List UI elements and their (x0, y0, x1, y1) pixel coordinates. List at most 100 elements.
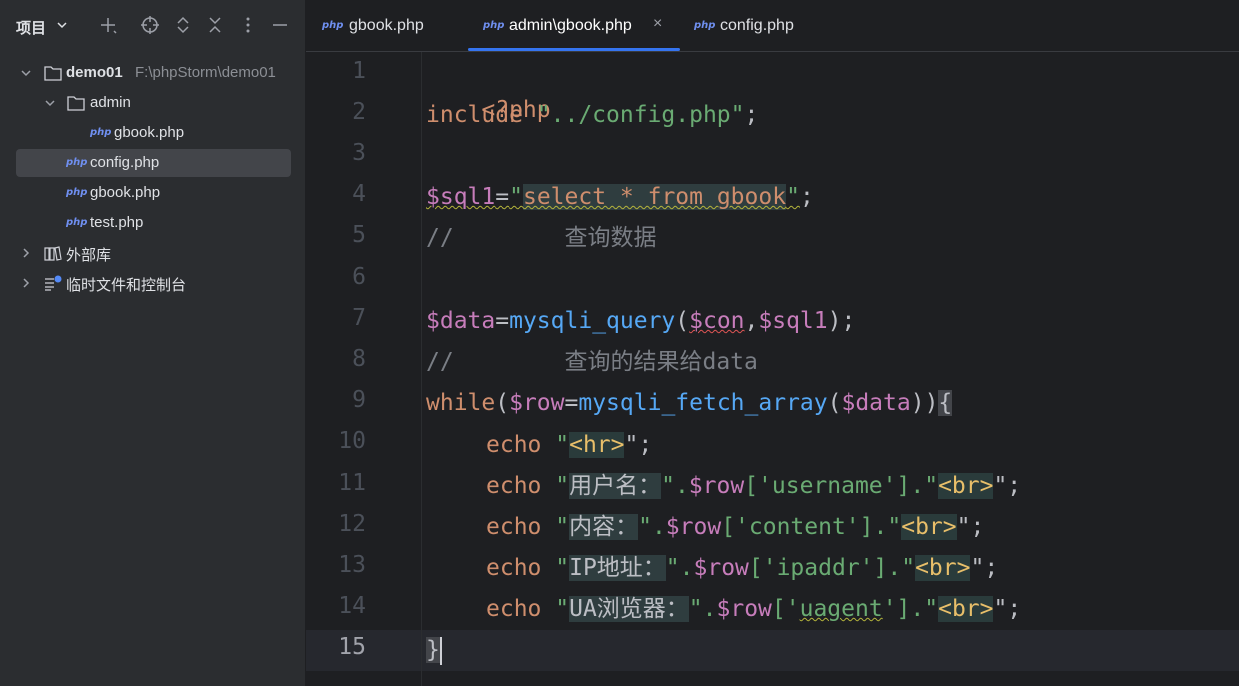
string-text: 内容： (569, 514, 639, 540)
line-number: 8 (352, 346, 366, 372)
operator: ( (675, 308, 690, 334)
tree-item-label: admin (90, 94, 131, 111)
code-line-5[interactable]: // 查询数据 (426, 220, 656, 256)
line-number: 13 (338, 552, 366, 578)
variable: $con (689, 308, 745, 334)
variable: $row (688, 473, 745, 499)
gutter-divider (421, 52, 422, 686)
line-number: 6 (352, 264, 366, 290)
array-key: '] (882, 596, 911, 622)
tab-admin-gbook[interactable]: php admin\gbook.php × (468, 0, 680, 51)
current-line-highlight (306, 630, 1239, 671)
line-number: 3 (352, 140, 366, 166)
code-line-8[interactable]: // 查询的结果给data (426, 344, 758, 380)
html-tag: <br> (938, 596, 994, 622)
line-number: 9 (352, 387, 366, 413)
operator: "; (970, 555, 999, 581)
operator: = (495, 308, 510, 334)
string: " (541, 514, 570, 540)
close-icon[interactable]: × (653, 15, 662, 33)
tab-gbook[interactable]: php gbook.php (322, 0, 462, 51)
tree-item-test[interactable]: php test.php (16, 209, 291, 237)
comment: // 查询数据 (426, 225, 657, 251)
string: ". (638, 514, 666, 540)
library-icon (44, 246, 62, 261)
minimize-icon[interactable] (270, 15, 290, 35)
tree-item-external-libraries[interactable]: 外部库 (16, 239, 291, 267)
line-number: 2 (352, 99, 366, 125)
chevron-down-icon[interactable] (56, 19, 68, 31)
string: ." (910, 473, 939, 499)
variable: $data (841, 390, 911, 416)
string: "../config.php" (522, 102, 745, 128)
code-line-4[interactable]: $sql1="select * from gbook"; (426, 179, 814, 215)
operator: "; (993, 473, 1022, 499)
tree-item-label: 外部库 (66, 247, 112, 264)
operator: )) (910, 390, 939, 416)
line-number: 4 (352, 181, 366, 207)
tree-item-config[interactable]: php config.php (16, 149, 291, 177)
php-file-icon: php (90, 127, 112, 138)
array-key-typo: uagent (799, 596, 883, 622)
tree-item-label: test.php (90, 214, 144, 231)
chevron-right-icon[interactable] (20, 277, 32, 289)
php-file-icon: php (322, 20, 344, 31)
variable: $data (426, 308, 496, 334)
sql-text: select * from gbook (522, 184, 787, 210)
add-icon[interactable] (98, 15, 118, 35)
tab-label: config.php (720, 17, 794, 34)
tab-config[interactable]: php config.php (694, 0, 834, 51)
tree-item-label: demo01 (66, 64, 123, 81)
sidebar-title[interactable]: 项目 (16, 17, 46, 38)
php-file-icon: php (66, 157, 88, 168)
code-line-2[interactable]: include "../config.php"; (426, 97, 758, 133)
string: ". (661, 473, 689, 499)
html-tag: <br> (901, 514, 957, 540)
code-line-11[interactable]: echo "用户名：".$row['username']."<br>"; (486, 468, 1021, 504)
tree-item-admin-gbook[interactable]: php gbook.php (16, 119, 291, 147)
code-line-10[interactable]: echo "<hr>"; (486, 427, 652, 463)
operator: = (495, 184, 510, 210)
array-key: ['username'] (744, 473, 911, 499)
code-line-9[interactable]: while($row=mysqli_fetch_array($data)){ (426, 385, 953, 421)
code-line-14[interactable]: echo "UA浏览器：".$row['uagent']."<br>"; (486, 591, 1021, 627)
variable: $row (509, 390, 565, 416)
line-number: 10 (338, 428, 366, 454)
line-number: 14 (338, 593, 366, 619)
code-line-7[interactable]: $data=mysqli_query($con,$sql1); (426, 303, 855, 339)
code-line-12[interactable]: echo "内容：".$row['content']."<br>"; (486, 509, 984, 545)
tree-item-gbook[interactable]: php gbook.php (16, 179, 291, 207)
line-number-current: 15 (338, 634, 366, 660)
keyword: echo (486, 514, 542, 540)
html-tag: <br> (938, 473, 994, 499)
operator: ( (495, 390, 510, 416)
string-text: 用户名： (569, 473, 662, 499)
string: " (541, 432, 570, 458)
line-number: 1 (352, 58, 366, 84)
chevron-down-icon[interactable] (44, 97, 56, 109)
array-key: [' (771, 596, 800, 622)
editor-tabbar: php gbook.php php admin\gbook.php × php … (306, 0, 1239, 52)
code-line-15[interactable]: } (426, 632, 442, 668)
sql-string: select * from gbook (522, 184, 787, 210)
code-line-1[interactable]: <?php (426, 56, 550, 123)
more-options-icon[interactable] (238, 15, 258, 35)
string: " (541, 596, 570, 622)
tree-item-scratches[interactable]: 临时文件和控制台 (16, 269, 291, 297)
locate-icon[interactable] (140, 15, 160, 35)
keyword: echo (486, 473, 542, 499)
line-number: 11 (338, 470, 366, 496)
collapse-all-icon[interactable] (205, 15, 225, 35)
code-editor[interactable]: 1 2 3 4 5 6 7 8 9 10 11 12 13 14 15 <?ph… (306, 52, 1239, 686)
tab-label: admin\gbook.php (509, 17, 632, 34)
variable: $sql1 (758, 308, 828, 334)
tree-item-admin[interactable]: admin (16, 89, 291, 117)
tree-item-demo01[interactable]: demo01 F:\phpStorm\demo01 (16, 59, 291, 87)
expand-all-icon[interactable] (173, 15, 193, 35)
keyword: include (426, 102, 523, 128)
code-line-13[interactable]: echo "IP地址：".$row['ipaddr']."<br>"; (486, 550, 998, 586)
string: " (786, 184, 800, 210)
keyword: echo (486, 432, 542, 458)
chevron-down-icon[interactable] (20, 67, 32, 79)
chevron-right-icon[interactable] (20, 247, 32, 259)
